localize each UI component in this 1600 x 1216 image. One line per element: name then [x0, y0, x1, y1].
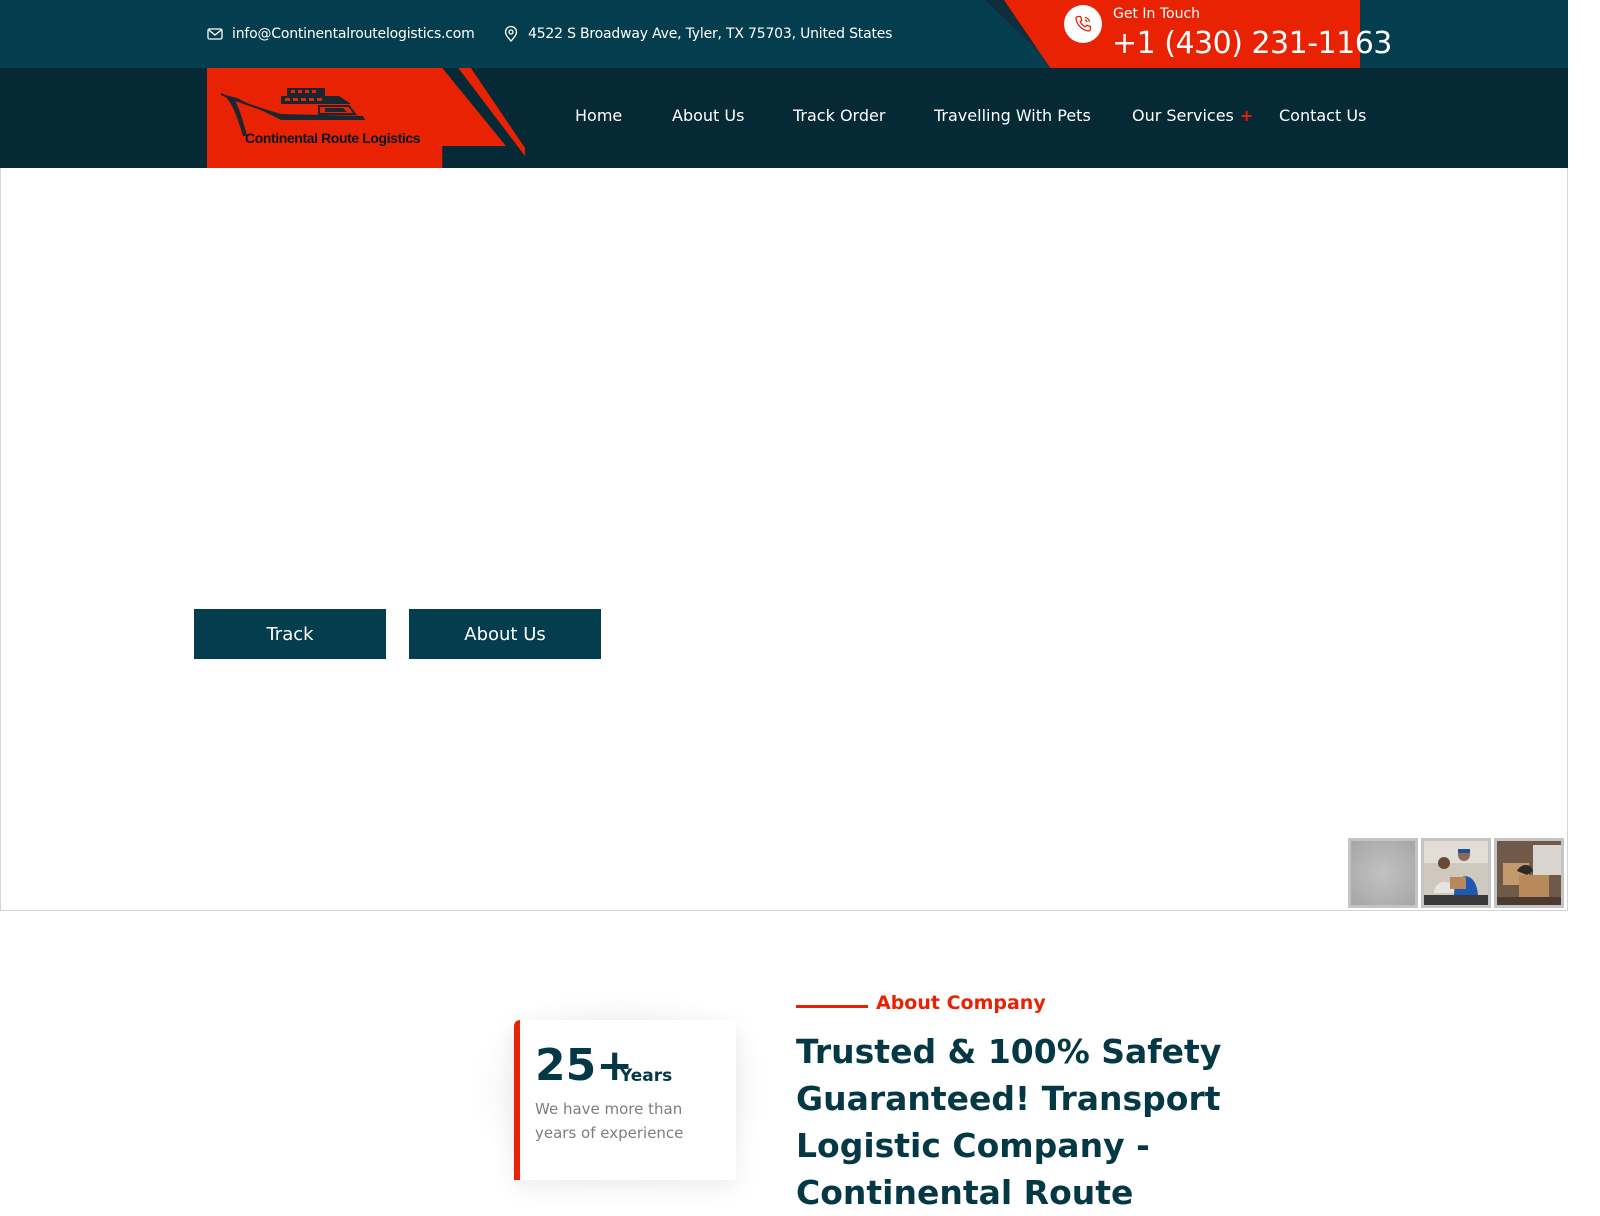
phone-number-link[interactable]: +1 (430) 231-1163	[1112, 24, 1392, 64]
address-info: 4522 S Broadway Ave, Tyler, TX 75703, Un…	[502, 24, 892, 44]
experience-unit: Years	[620, 1066, 673, 1086]
nav-item-home[interactable]: Home	[575, 106, 622, 125]
logo-text: Continental Route Logistics	[245, 130, 421, 146]
plus-icon: +	[1239, 106, 1254, 125]
nav-item-travelling-with-pets[interactable]: Travelling With Pets	[934, 106, 1091, 125]
track-button[interactable]: Track	[194, 609, 386, 659]
email-text: info@Continentalroutelogistics.com	[232, 26, 475, 42]
slider-thumbnail[interactable]	[1421, 838, 1491, 908]
section-label: About Company	[876, 992, 1046, 1014]
address-text: 4522 S Broadway Ave, Tyler, TX 75703, Un…	[528, 26, 893, 42]
section-label-line	[796, 1005, 868, 1008]
contact-label: Get In Touch	[1113, 6, 1201, 22]
about-heading: Trusted & 100% Safety Guaranteed! Transp…	[796, 1032, 1222, 1212]
slider-thumbnail[interactable]	[1348, 838, 1418, 908]
experience-card: 25+ Years We have more than years of exp…	[514, 1020, 736, 1180]
phone-icon[interactable]	[1064, 5, 1102, 43]
experience-number: 25+	[535, 1040, 634, 1091]
map-pin-icon	[502, 25, 520, 43]
experience-description: We have more than years of experience	[535, 1100, 684, 1142]
nav-item-our-services-label: Our Services	[1132, 106, 1234, 125]
nav-item-about-us[interactable]: About Us	[672, 106, 744, 125]
hero-slider: Track About Us	[0, 168, 1568, 911]
thumbnail-image	[1424, 841, 1488, 905]
thumbnail-image	[1497, 841, 1561, 905]
main-navbar: Continental Route Logistics Home About U…	[0, 68, 1568, 168]
nav-item-track-order[interactable]: Track Order	[793, 106, 885, 125]
thumbnail-image	[1351, 841, 1415, 905]
site-logo[interactable]: Continental Route Logistics	[207, 68, 525, 168]
nav-item-our-services[interactable]: Our Services +	[1132, 106, 1253, 125]
envelope-icon	[206, 25, 224, 43]
top-bar: info@Continentalroutelogistics.com 4522 …	[0, 0, 1568, 68]
email-link[interactable]: info@Continentalroutelogistics.com	[206, 24, 475, 44]
slider-thumbnail[interactable]	[1494, 838, 1564, 908]
nav-item-contact-us[interactable]: Contact Us	[1279, 106, 1366, 125]
about-us-button[interactable]: About Us	[409, 609, 601, 659]
